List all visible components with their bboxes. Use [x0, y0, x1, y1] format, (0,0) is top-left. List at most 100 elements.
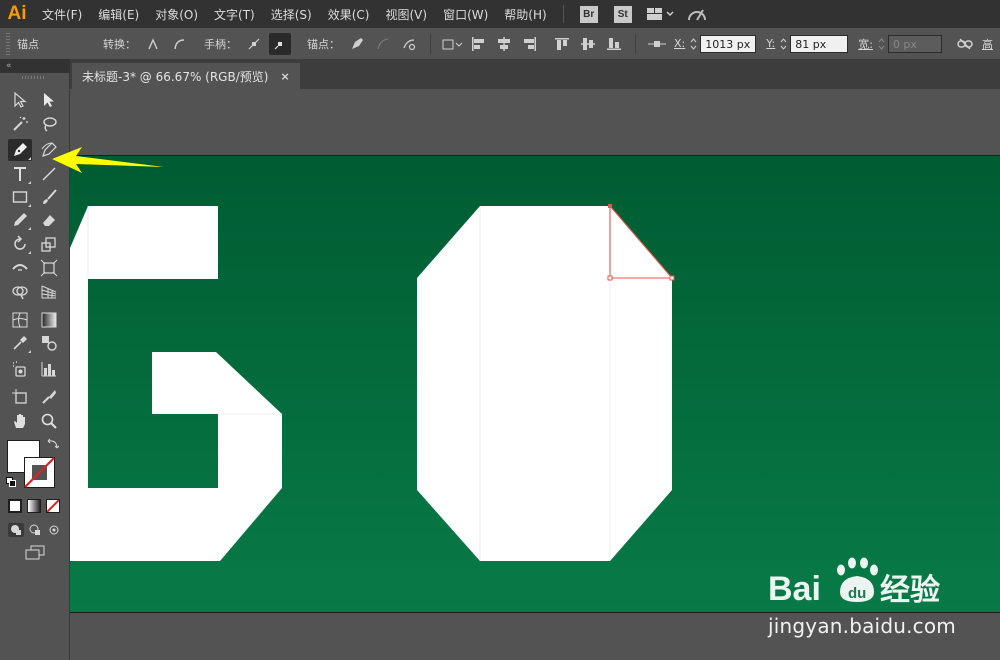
width-stepper[interactable]: [877, 35, 886, 53]
gpu-performance-icon[interactable]: [686, 5, 708, 23]
align-top-button[interactable]: [551, 33, 573, 55]
align-vcenter-icon: [581, 37, 595, 50]
lasso-tool[interactable]: [37, 113, 61, 135]
eraser-tool[interactable]: [37, 209, 61, 231]
menu-view[interactable]: 视图(V): [377, 6, 435, 23]
mesh-icon: [12, 312, 28, 328]
artboard-tool[interactable]: [8, 386, 32, 408]
eraser-icon: [43, 215, 55, 226]
free-transform-tool[interactable]: [37, 257, 61, 279]
scale-tool[interactable]: [37, 233, 61, 255]
perspective-grid-tool[interactable]: [37, 281, 61, 303]
stock-button[interactable]: St: [613, 5, 632, 23]
align-right-button[interactable]: [519, 33, 541, 55]
tool-group-indicator: [28, 350, 31, 353]
reference-point-button[interactable]: [646, 33, 668, 55]
constrain-proportions-button[interactable]: [954, 33, 976, 55]
convert-label: 转换：: [103, 37, 136, 51]
align-to-icon: [442, 39, 463, 49]
convert-to-corner-button[interactable]: [142, 33, 164, 55]
align-left-icon: [472, 36, 484, 51]
column-graph-tool[interactable]: [37, 358, 61, 380]
reference-point-icon: [648, 40, 666, 47]
baidu-watermark: Bai du 经验 jingyan.baidu.com: [768, 548, 998, 648]
slice-tool[interactable]: [37, 386, 61, 408]
width-tool[interactable]: [8, 257, 32, 279]
blend-tool[interactable]: [37, 332, 61, 354]
anchor-point: [669, 275, 675, 281]
remove-anchor-button[interactable]: [346, 33, 368, 55]
y-position-input[interactable]: 81 px: [790, 34, 849, 53]
shape-builder-tool[interactable]: [8, 281, 32, 303]
menu-help[interactable]: 帮助(H): [496, 6, 554, 23]
direct-selection-tool[interactable]: [37, 89, 61, 111]
pen-tool[interactable]: [8, 139, 32, 161]
menu-file[interactable]: 文件(F): [34, 6, 90, 23]
menu-edit[interactable]: 编辑(E): [90, 6, 147, 23]
mesh-tool[interactable]: [8, 309, 32, 331]
pen-anchor-icon: [352, 37, 363, 49]
shape-builder-icon: [12, 286, 28, 300]
color-mode-button[interactable]: [8, 499, 22, 513]
pencil-tool[interactable]: [8, 209, 32, 231]
hide-handles-button[interactable]: [269, 32, 291, 55]
draw-normal-button[interactable]: [8, 523, 24, 537]
gradient-mode-button[interactable]: [27, 499, 41, 513]
hand-tool[interactable]: [8, 410, 32, 432]
menu-select[interactable]: 选择(S): [263, 6, 320, 23]
menu-type[interactable]: 文字(T): [206, 6, 263, 23]
rectangle-icon: [12, 191, 28, 203]
panel-collapse-toggle[interactable]: «: [0, 59, 70, 73]
tools-panel-grip[interactable]: [22, 76, 46, 79]
menu-window[interactable]: 窗口(W): [435, 6, 496, 23]
type-tool[interactable]: [8, 163, 32, 185]
control-bar-grip[interactable]: [6, 32, 10, 55]
width-tool-icon: [12, 264, 28, 271]
swap-fill-stroke-icon[interactable]: [47, 438, 60, 450]
align-bottom-button[interactable]: [603, 33, 625, 55]
x-position-input[interactable]: 1013 px: [700, 34, 757, 53]
eyedropper-tool[interactable]: [8, 332, 32, 354]
rectangle-tool[interactable]: [8, 186, 32, 208]
none-mode-button[interactable]: [46, 499, 60, 513]
selection-tool[interactable]: [8, 89, 32, 111]
menu-effect[interactable]: 效果(C): [320, 6, 378, 23]
bridge-button[interactable]: Br: [579, 5, 598, 23]
magic-wand-tool[interactable]: [8, 113, 32, 135]
show-handles-button[interactable]: [243, 33, 265, 55]
zoom-tool[interactable]: [37, 410, 61, 432]
artboard-icon: [12, 389, 27, 404]
connect-anchors-button[interactable]: [372, 33, 394, 55]
x-stepper[interactable]: [689, 35, 698, 53]
align-bottom-icon: [607, 37, 621, 50]
document-tab-bar: 未标题-3* @ 66.67% (RGB/预览) ×: [70, 59, 1000, 89]
y-stepper[interactable]: [779, 35, 788, 53]
align-vcenter-button[interactable]: [577, 33, 599, 55]
symbol-sprayer-tool[interactable]: [8, 358, 32, 380]
workspace-layout-icon[interactable]: [646, 7, 674, 21]
convert-corner-icon: [148, 37, 158, 49]
cut-path-button[interactable]: [398, 33, 420, 55]
align-left-button[interactable]: [467, 33, 489, 55]
x-label: X:: [674, 37, 686, 50]
screen-mode-button[interactable]: [24, 545, 46, 561]
document-tab[interactable]: 未标题-3* @ 66.67% (RGB/预览) ×: [72, 63, 300, 89]
convert-to-smooth-button[interactable]: [168, 33, 190, 55]
tool-group-indicator: [28, 181, 31, 184]
close-tab-icon[interactable]: ×: [280, 70, 289, 83]
draw-inside-button[interactable]: [46, 523, 62, 537]
align-hcenter-button[interactable]: [493, 33, 515, 55]
draw-behind-button[interactable]: [27, 523, 43, 537]
gradient-tool[interactable]: [37, 309, 61, 331]
width-input[interactable]: 0 px: [887, 34, 942, 53]
perspective-grid-icon: [41, 285, 57, 299]
paintbrush-tool[interactable]: [37, 186, 61, 208]
align-right-icon: [524, 36, 536, 51]
align-to-button[interactable]: [441, 33, 463, 55]
artboard[interactable]: [70, 155, 1000, 613]
stroke-swatch[interactable]: [24, 457, 55, 488]
default-fill-stroke-icon[interactable]: [6, 476, 16, 487]
rotate-tool[interactable]: [8, 233, 32, 255]
paintbrush-icon: [43, 189, 57, 204]
menu-object[interactable]: 对象(O): [147, 6, 206, 23]
